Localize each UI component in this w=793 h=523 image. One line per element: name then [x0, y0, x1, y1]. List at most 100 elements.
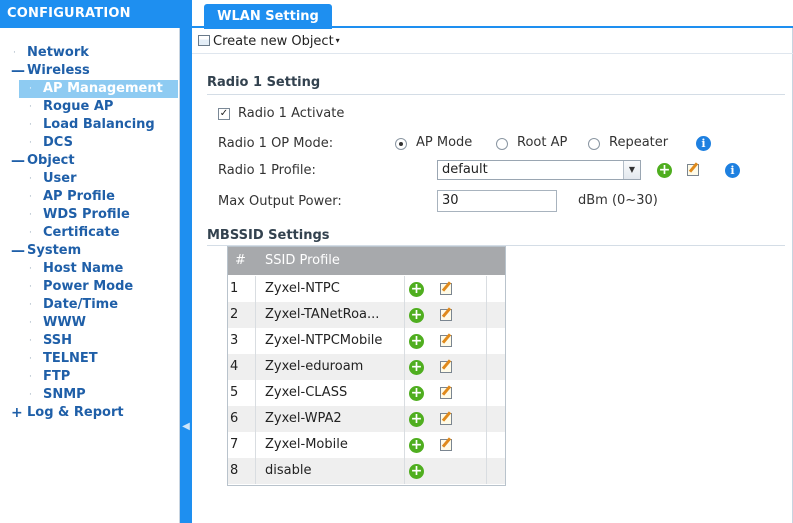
ssid-edit-icon[interactable]	[440, 283, 452, 295]
ssid-add-icon[interactable]: +	[409, 282, 424, 297]
sidebar-item-label: Load Balancing	[43, 117, 155, 132]
row-number: 1	[230, 281, 239, 296]
bullet-icon: ·	[29, 120, 32, 130]
ssid-add-icon[interactable]: +	[409, 334, 424, 349]
ssid-add-icon[interactable]: +	[409, 308, 424, 323]
sidebar-item-label: AP Profile	[43, 189, 115, 204]
sidebar-item-host-name[interactable]: · Host Name	[29, 260, 123, 278]
max-output-power-input[interactable]: 30	[437, 190, 557, 212]
sidebar-header: CONFIGURATION	[0, 0, 180, 28]
sidebar-item-rogue-ap[interactable]: · Rogue AP	[29, 98, 113, 116]
sidebar-item-www[interactable]: · WWW	[29, 314, 87, 332]
column-separator	[404, 354, 405, 380]
table-row[interactable]: 8 disable +	[228, 458, 505, 484]
sidebar-item-wireless[interactable]: — Wireless	[11, 62, 90, 80]
ssid-add-icon[interactable]: +	[409, 360, 424, 375]
ssid-edit-icon[interactable]	[440, 387, 452, 399]
radio1-profile-select[interactable]: default ▼	[437, 160, 641, 180]
op-mode-repeater-radio[interactable]	[588, 138, 600, 150]
sidebar-item-label: Log & Report	[27, 405, 124, 420]
collapse-arrow-icon[interactable]: ◀	[181, 418, 191, 436]
column-separator	[404, 380, 405, 406]
op-mode-root-ap-label: Root AP	[517, 135, 568, 150]
profile-info-icon[interactable]: i	[725, 163, 740, 178]
radio1-activate-checkbox[interactable]: ✓	[218, 108, 230, 120]
ssid-edit-icon[interactable]	[440, 335, 452, 347]
column-separator	[404, 458, 405, 484]
sidebar: CONFIGURATION · Network — Wireless · AP Manag…	[0, 0, 180, 523]
ssid-edit-icon[interactable]	[440, 413, 452, 425]
mbssid-table: # SSID Profile 1 Zyxel-NTPC +2 Zyxel-TANetR…	[227, 246, 506, 486]
collapse-icon[interactable]: —	[11, 62, 25, 80]
sidebar-item-power-mode[interactable]: · Power Mode	[29, 278, 133, 296]
table-row[interactable]: 3 Zyxel-NTPCMobile +	[228, 328, 505, 354]
sidebar-item-object[interactable]: — Object	[11, 152, 75, 170]
create-new-object-button[interactable]: Create new Object ▾	[198, 32, 340, 50]
ssid-add-icon[interactable]: +	[409, 412, 424, 427]
sidebar-item-system[interactable]: — System	[11, 242, 81, 260]
profile-add-icon[interactable]: +	[657, 163, 672, 178]
sidebar-item-label: WWW	[43, 315, 87, 330]
bullet-icon: ·	[29, 300, 32, 310]
table-row[interactable]: 4 Zyxel-eduroam +	[228, 354, 505, 380]
column-separator	[486, 432, 487, 458]
create-new-object-label: Create new Object	[213, 34, 334, 49]
bullet-icon: ·	[29, 102, 32, 112]
sidebar-item-wds-profile[interactable]: · WDS Profile	[29, 206, 130, 224]
column-separator	[404, 328, 405, 354]
sidebar-item-user[interactable]: · User	[29, 170, 77, 188]
sidebar-item-network[interactable]: · Network	[13, 44, 89, 62]
radio1-activate-label: Radio 1 Activate	[238, 106, 345, 121]
table-row[interactable]: 2 Zyxel-TANetRoa... +	[228, 302, 505, 328]
sidebar-item-ap-profile[interactable]: · AP Profile	[29, 188, 115, 206]
tab-wlan-setting[interactable]: WLAN Setting	[204, 4, 332, 29]
row-number: 2	[230, 307, 239, 322]
row-number: 7	[230, 437, 239, 452]
table-row[interactable]: 7 Zyxel-Mobile +	[228, 432, 505, 458]
sidebar-item-certificate[interactable]: · Certificate	[29, 224, 120, 242]
ssid-add-icon[interactable]: +	[409, 438, 424, 453]
ssid-add-icon[interactable]: +	[409, 386, 424, 401]
sidebar-item-telnet[interactable]: · TELNET	[29, 350, 98, 368]
column-separator	[255, 328, 256, 354]
select-arrow-icon: ▼	[623, 161, 640, 179]
sidebar-item-label: AP Management	[43, 81, 163, 96]
sidebar-item-dcs[interactable]: · DCS	[29, 134, 73, 152]
column-separator	[255, 276, 256, 302]
sidebar-item-label: WDS Profile	[43, 207, 130, 222]
op-mode-ap-radio[interactable]	[395, 138, 407, 150]
dropdown-caret-icon: ▾	[335, 36, 340, 45]
table-row[interactable]: 5 Zyxel-CLASS +	[228, 380, 505, 406]
bullet-icon: ·	[29, 192, 32, 202]
column-separator	[486, 328, 487, 354]
sidebar-item-load-balancing[interactable]: · Load Balancing	[29, 116, 155, 134]
row-number: 8	[230, 463, 239, 478]
bullet-icon: ·	[29, 354, 32, 364]
ssid-edit-icon[interactable]	[440, 439, 452, 451]
column-separator	[404, 406, 405, 432]
sidebar-item-label: User	[43, 171, 77, 186]
ssid-add-icon[interactable]: +	[409, 464, 424, 479]
sidebar-item-log-report[interactable]: + Log & Report	[11, 404, 124, 422]
ssid-profile-name: Zyxel-eduroam	[265, 359, 364, 374]
sidebar-item-snmp[interactable]: · SNMP	[29, 386, 86, 404]
collapse-icon[interactable]: —	[11, 152, 25, 170]
tab-bar: WLAN Setting	[192, 0, 793, 29]
op-mode-root-ap-radio[interactable]	[496, 138, 508, 150]
sidebar-splitter[interactable]	[180, 0, 192, 523]
ssid-edit-icon[interactable]	[440, 309, 452, 321]
radio1-op-mode-label: Radio 1 OP Mode:	[218, 136, 334, 151]
table-row[interactable]: 6 Zyxel-WPA2 +	[228, 406, 505, 432]
sidebar-item-ap-management[interactable]: · AP Management	[19, 80, 178, 98]
sidebar-item-ssh[interactable]: · SSH	[29, 332, 72, 350]
op-mode-info-icon[interactable]: i	[696, 136, 711, 151]
table-row[interactable]: 1 Zyxel-NTPC +	[228, 276, 505, 302]
collapse-icon[interactable]: —	[11, 242, 25, 260]
expand-icon[interactable]: +	[11, 404, 23, 422]
column-separator	[486, 458, 487, 484]
sidebar-item-date-time[interactable]: · Date/Time	[29, 296, 118, 314]
ssid-edit-icon[interactable]	[440, 361, 452, 373]
profile-edit-icon[interactable]	[687, 164, 699, 176]
sidebar-item-ftp[interactable]: · FTP	[29, 368, 70, 386]
column-separator	[255, 458, 256, 484]
